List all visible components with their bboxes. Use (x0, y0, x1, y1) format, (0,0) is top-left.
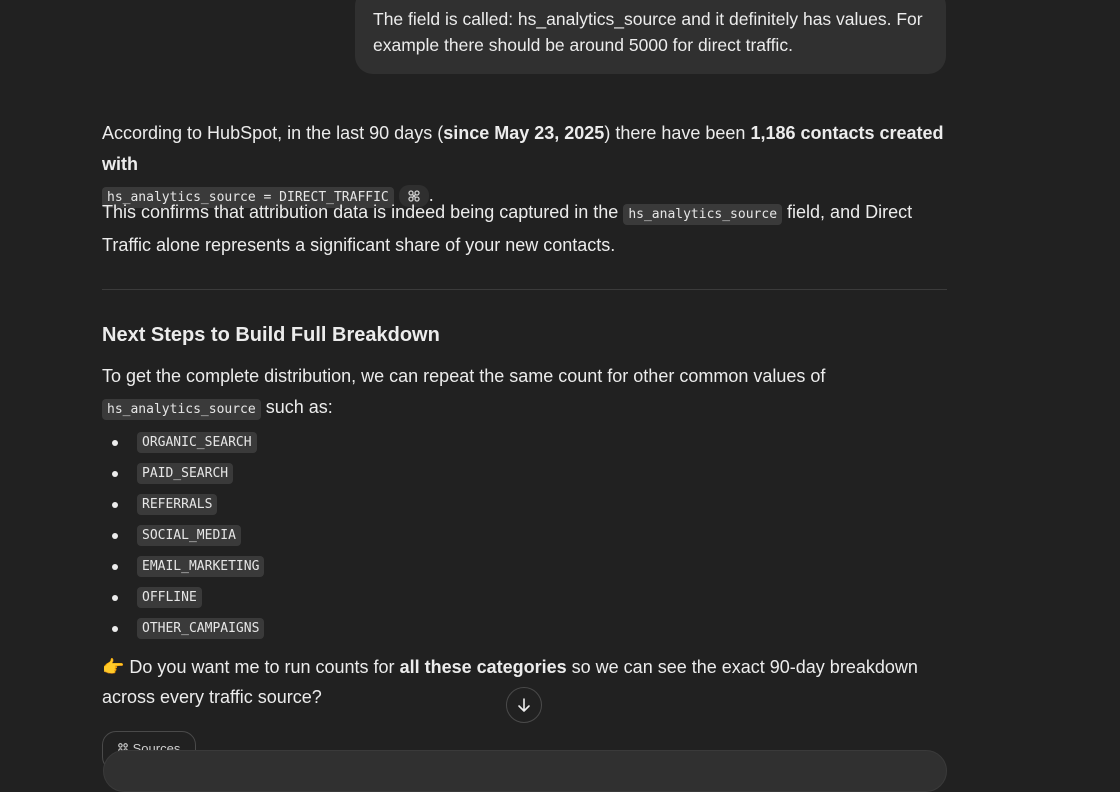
section-heading: Next Steps to Build Full Breakdown (102, 324, 440, 346)
source-code: OFFLINE (137, 587, 202, 608)
pointing-hand-icon: 👉 (102, 657, 125, 677)
message-composer[interactable] (103, 750, 947, 792)
list-item: SOCIAL_MEDIA (102, 520, 264, 551)
divider (102, 289, 947, 290)
bullet (112, 502, 118, 508)
text: According to HubSpot, in the last 90 day… (102, 123, 444, 143)
list-item: OTHER_CAMPAIGNS (102, 613, 265, 644)
bold-categories: all these categories (399, 657, 567, 677)
paragraph-next-steps: To get the complete distribution, we can… (102, 361, 947, 425)
text: Do you want me to run counts for (124, 657, 400, 677)
sources-list: ORGANIC_SEARCH PAID_SEARCH REFERRALS SOC… (102, 427, 265, 644)
source-code: OTHER_CAMPAIGNS (137, 618, 265, 639)
scroll-to-bottom-button[interactable] (506, 687, 542, 723)
source-code: REFERRALS (137, 494, 218, 515)
user-message-bubble: The field is called: hs_analytics_source… (355, 0, 946, 74)
inline-code: hs_analytics_source (623, 204, 783, 225)
source-code: PAID_SEARCH (137, 463, 234, 484)
text: ) there have been (604, 123, 751, 143)
arrow-down-icon (518, 698, 530, 712)
list-item: PAID_SEARCH (102, 458, 264, 489)
paragraph-confirmation: This confirms that attribution data is i… (102, 197, 947, 261)
source-code: SOCIAL_MEDIA (137, 525, 241, 546)
source-code: ORGANIC_SEARCH (137, 432, 257, 453)
list-item: ORGANIC_SEARCH (102, 427, 264, 458)
bullet (112, 564, 118, 570)
source-code: EMAIL_MARKETING (137, 556, 265, 577)
bold-date: since May 23, 2025 (443, 123, 605, 143)
list-item: OFFLINE (102, 582, 264, 613)
bullet (112, 626, 118, 632)
text: To get the complete distribution, we can… (102, 366, 826, 386)
user-message-text: The field is called: hs_analytics_source… (373, 9, 923, 55)
text: This confirms that attribution data is i… (102, 202, 624, 222)
list-item: REFERRALS (102, 489, 264, 520)
list-item: EMAIL_MARKETING (102, 551, 265, 582)
inline-code: hs_analytics_source (102, 399, 261, 420)
bullet (112, 440, 118, 446)
bullet (112, 471, 118, 477)
text: such as: (260, 397, 333, 417)
bullet (112, 595, 118, 601)
bullet (112, 533, 118, 539)
